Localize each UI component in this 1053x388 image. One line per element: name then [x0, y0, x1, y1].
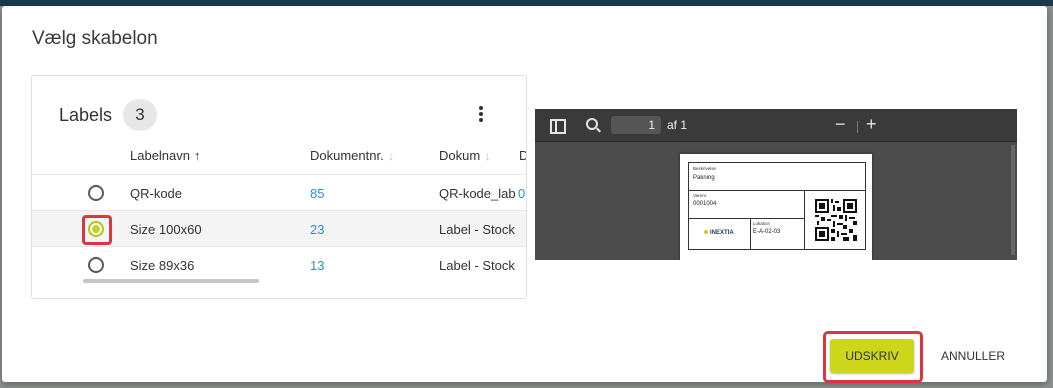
search-icon[interactable]	[586, 118, 598, 130]
label-description-row: Beskrivelse Pakning	[689, 163, 865, 191]
label-divider	[689, 218, 804, 219]
column-header-labelnavn[interactable]: Labelnavn ↑	[130, 148, 201, 163]
pdf-scrollbar[interactable]	[1011, 145, 1015, 255]
cell-dokumentnr-link[interactable]: 85	[310, 186, 324, 201]
label-varenr-caption: Varenr.	[693, 193, 708, 198]
dialog-title: Vælg skabelon	[32, 28, 158, 49]
cancel-button[interactable]: ANNULLER	[932, 339, 1014, 373]
zoom-in-button[interactable]: +	[866, 114, 877, 135]
qr-code-icon	[815, 199, 857, 241]
cell-clipped: 0	[518, 186, 526, 201]
label-desc-value: Pakning	[693, 175, 715, 181]
label-varenr-value: 0001004	[693, 201, 717, 207]
cell-dokument: QR-kode_label	[439, 186, 515, 201]
pdf-toolbar: 1 af 1 − +	[535, 109, 1017, 142]
column-header-label: Dokum	[439, 148, 481, 163]
cell-dokument: Label - Stock	[439, 222, 515, 237]
cell-labelnavn: QR-kode	[130, 186, 183, 201]
sort-down-icon: ↓	[484, 148, 491, 163]
template-dialog: Vælg skabelon Labels 3 Labelnavn ↑ Dokume…	[2, 6, 1047, 383]
cell-dokumentnr-link[interactable]: 23	[310, 222, 324, 237]
column-header-dokument[interactable]: Dokum ↓	[439, 148, 491, 163]
column-header-dokumentnr[interactable]: Dokumentnr. ↓	[310, 148, 394, 163]
zoom-out-button[interactable]: −	[835, 114, 846, 135]
column-header-label: Labelnavn	[130, 148, 190, 163]
label-location-caption: Lokation	[753, 221, 771, 226]
pdf-page: Beskrivelse Pakning Varenr. 0001004 INEX…	[680, 154, 872, 260]
cell-labelnavn: Size 100x60	[130, 222, 202, 237]
page-count: af 1	[667, 118, 688, 132]
row-radio[interactable]	[88, 185, 104, 201]
label-preview: Beskrivelse Pakning Varenr. 0001004 INEX…	[688, 162, 866, 250]
labels-card-title: Labels	[59, 105, 113, 125]
label-divider	[750, 218, 751, 249]
label-logo: INEXTIA	[704, 230, 734, 236]
more-options-icon[interactable]	[473, 106, 489, 126]
column-header-label: Dokumentnr.	[310, 148, 384, 163]
pdf-preview: 1 af 1 − + Beskrivelse Pakning Varenr. 0…	[535, 109, 1017, 260]
sort-down-icon: ↓	[387, 148, 395, 163]
column-header-clipped[interactable]: D	[519, 148, 526, 163]
toolbar-divider	[857, 121, 858, 133]
label-location-value: E-A-02-03	[753, 229, 781, 235]
print-button[interactable]: UDSKRIV	[830, 339, 914, 373]
table-row[interactable]: Size 89x36 13 Label - Stock	[32, 246, 526, 283]
cell-dokument: Label - Stock	[439, 258, 515, 273]
table-row[interactable]: QR-kode 85 QR-kode_label 0	[32, 174, 526, 211]
cell-labelnavn: Size 89x36	[130, 258, 195, 273]
horizontal-scrollbar[interactable]	[83, 279, 259, 283]
sort-up-icon: ↑	[194, 148, 201, 163]
highlight-box	[82, 215, 112, 245]
labels-count-badge: 3	[123, 99, 157, 131]
cell-dokumentnr-link[interactable]: 13	[310, 258, 324, 273]
labels-card: Labels 3 Labelnavn ↑ Dokumentnr. ↓ Dokum ↓ …	[31, 75, 527, 299]
page-number-input[interactable]: 1	[611, 116, 661, 134]
table-row[interactable]: Size 100x60 23 Label - Stock	[32, 210, 526, 247]
sidebar-toggle-icon[interactable]	[550, 119, 566, 134]
label-desc-caption: Beskrivelse	[693, 166, 717, 171]
row-radio[interactable]	[88, 257, 104, 273]
label-divider	[804, 190, 805, 249]
